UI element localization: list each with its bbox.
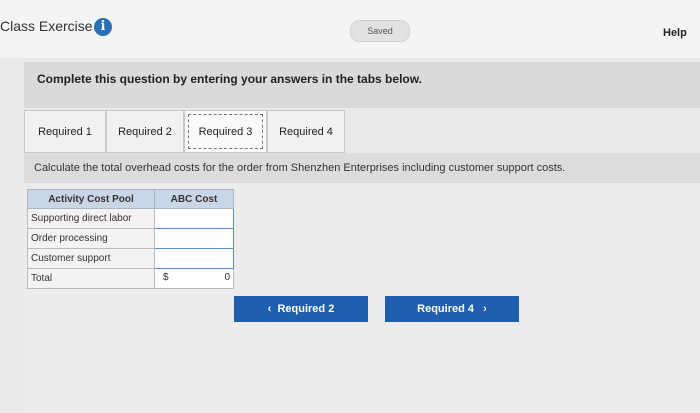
- question-prompt-bar: Calculate the total overhead costs for t…: [24, 153, 700, 183]
- table-row: Order processing: [27, 228, 234, 249]
- instruction-text: Complete this question by entering your …: [37, 72, 422, 86]
- column-header-activity-cost-pool: Activity Cost Pool: [27, 189, 155, 209]
- tab-required-3[interactable]: Required 3: [184, 110, 267, 153]
- table-total-row: Total $ 0: [27, 268, 234, 289]
- next-button-label: Required 4: [417, 303, 474, 315]
- app-title: Class Exercise: [0, 18, 93, 34]
- currency-symbol: $: [163, 272, 169, 283]
- abc-cost-input-customer-support[interactable]: [154, 248, 234, 269]
- row-label-supporting-direct-labor: Supporting direct labor: [27, 208, 155, 229]
- abc-cost-input-supporting-direct-labor[interactable]: [154, 208, 234, 229]
- instruction-banner: Complete this question by entering your …: [24, 62, 700, 108]
- saved-status-badge: Saved: [350, 20, 410, 42]
- row-label-total: Total: [27, 268, 155, 289]
- total-cost-value: 0: [224, 272, 230, 283]
- next-required-4-button[interactable]: Required 4 ›: [385, 296, 519, 322]
- abc-cost-input-order-processing[interactable]: [154, 228, 234, 249]
- tab-required-2[interactable]: Required 2: [106, 110, 184, 153]
- table-header-row: Activity Cost Pool ABC Cost: [27, 189, 234, 209]
- info-icon[interactable]: i: [94, 18, 112, 36]
- total-cost-cell: $ 0: [154, 268, 234, 289]
- top-bar: Class Exercise i Saved Help: [0, 0, 700, 58]
- chevron-left-icon: ‹: [267, 303, 272, 315]
- help-link[interactable]: Help: [663, 27, 687, 39]
- row-label-order-processing: Order processing: [27, 228, 155, 249]
- table-row: Supporting direct labor: [27, 208, 234, 229]
- tab-required-1[interactable]: Required 1: [24, 110, 106, 153]
- row-label-customer-support: Customer support: [27, 248, 155, 269]
- tab-required-4[interactable]: Required 4: [267, 110, 345, 153]
- column-header-abc-cost: ABC Cost: [154, 189, 234, 209]
- abc-cost-table: Activity Cost Pool ABC Cost Supporting d…: [27, 189, 234, 289]
- question-prompt: Calculate the total overhead costs for t…: [34, 162, 566, 174]
- previous-required-2-button[interactable]: ‹ Required 2: [234, 296, 368, 322]
- chevron-right-icon: ›: [483, 303, 487, 315]
- previous-button-label: Required 2: [277, 303, 335, 315]
- table-row: Customer support: [27, 248, 234, 269]
